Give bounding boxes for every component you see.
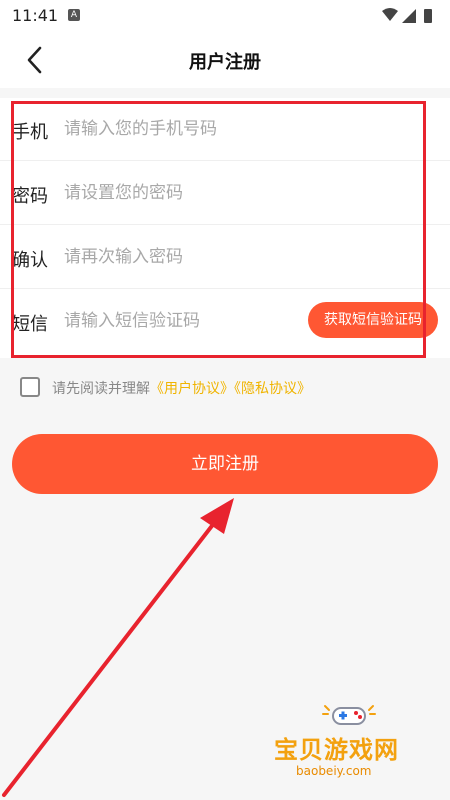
privacy-agreement-link[interactable]: 《隐私协议》 <box>234 381 311 397</box>
page-title: 用户注册 <box>189 52 261 73</box>
user-agreement-link[interactable]: 《用户协议》 <box>150 381 234 397</box>
phone-input[interactable] <box>64 114 294 144</box>
confirm-row: 确认 <box>0 226 450 289</box>
register-button[interactable]: 立即注册 <box>12 434 438 494</box>
confirm-label: 确认 <box>12 250 48 271</box>
confirm-password-input[interactable] <box>64 242 294 272</box>
sms-label: 短信 <box>12 314 48 335</box>
password-input[interactable] <box>64 178 294 208</box>
sms-row: 短信 获取短信验证码 <box>0 290 450 353</box>
notification-a-icon: A <box>68 9 80 21</box>
agreement-text: 请先阅读并理解《用户协议》《隐私协议》 <box>52 378 311 398</box>
sms-code-input[interactable] <box>64 306 294 336</box>
app-header: 用户注册 <box>0 32 450 88</box>
watermark: 宝贝游戏网 baobeiy.com <box>274 700 424 790</box>
phone-label: 手机 <box>12 122 48 143</box>
gamepad-logo-icon <box>322 705 376 725</box>
battery-icon <box>424 9 432 23</box>
phone-row: 手机 <box>0 98 450 161</box>
agreement-prefix: 请先阅读并理解 <box>52 381 150 397</box>
watermark-url: baobeiy.com <box>296 764 372 778</box>
status-icons <box>380 7 440 29</box>
get-sms-code-button[interactable]: 获取短信验证码 <box>308 302 438 338</box>
signal-icon <box>402 9 416 23</box>
register-form: 手机 密码 确认 短信 获取短信验证码 <box>0 98 450 358</box>
watermark-text: 宝贝游戏网 <box>274 736 399 764</box>
wifi-icon <box>382 8 398 21</box>
status-time: 11:41 <box>12 6 59 25</box>
agreement-checkbox[interactable] <box>20 377 40 397</box>
password-row: 密码 <box>0 162 450 225</box>
password-label: 密码 <box>12 186 48 207</box>
annotation-arrow <box>2 498 234 797</box>
status-bar: 11:41 A <box>0 0 450 32</box>
